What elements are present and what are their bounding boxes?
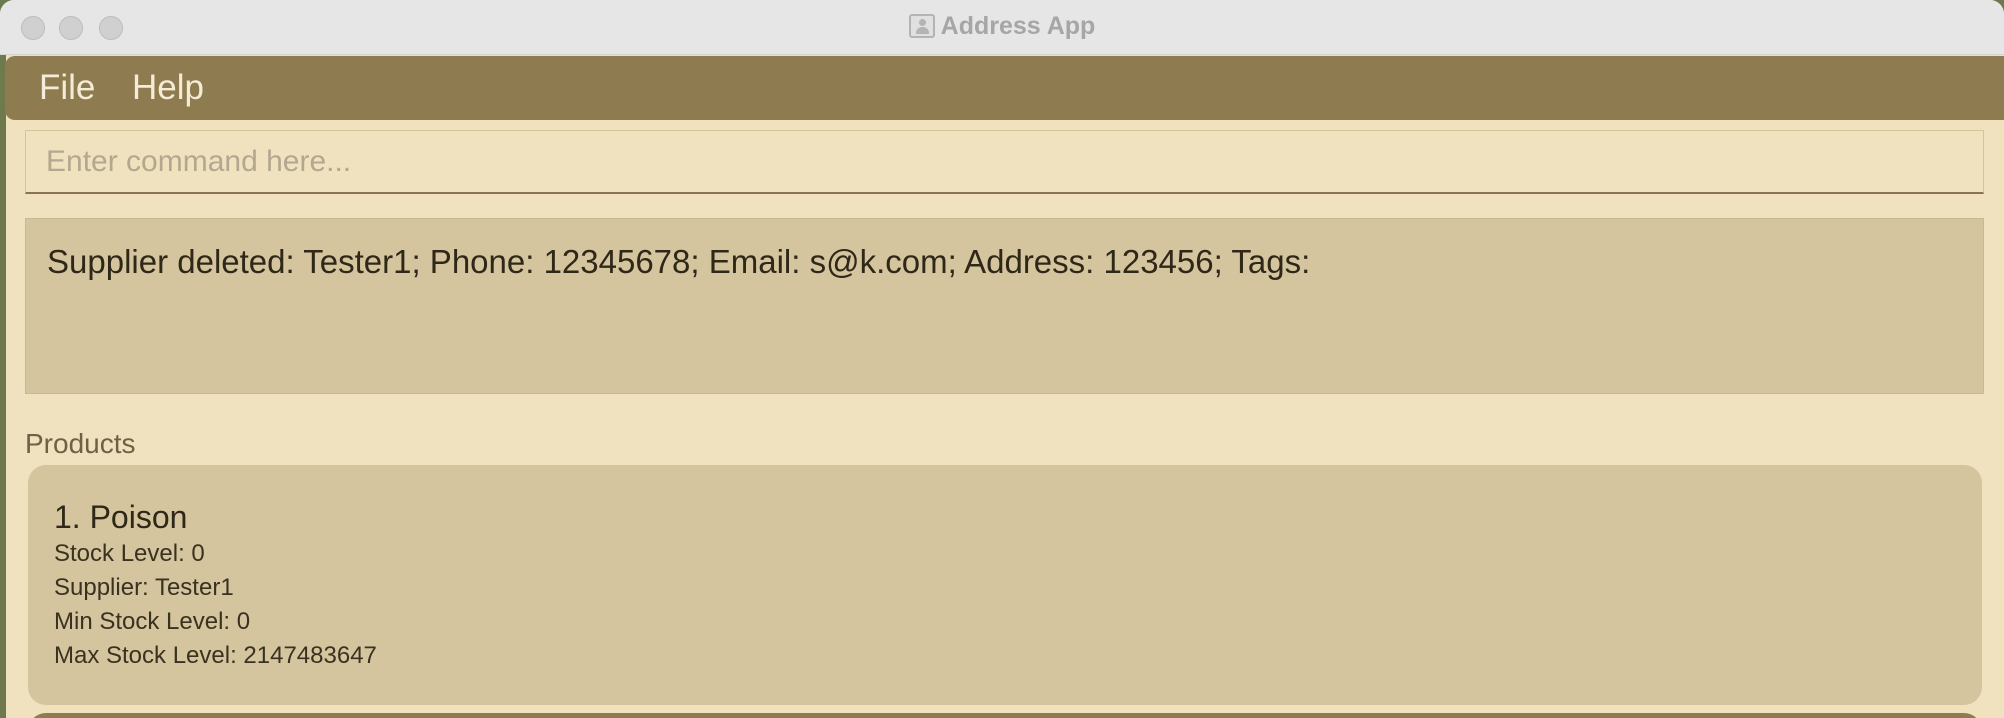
menu-bar: File Help [5,56,2004,120]
command-input[interactable] [26,131,1983,192]
next-product-card-edge[interactable] [28,713,1982,718]
command-box[interactable] [25,130,1984,194]
products-heading: Products [25,428,136,459]
menu-file[interactable]: File [39,67,95,109]
product-supplier: Supplier: Tester1 [54,574,234,601]
product-card[interactable]: 1. Poison Stock Level: 0 Supplier: Teste… [28,465,1982,705]
menu-help[interactable]: Help [132,67,204,109]
app-window: Address App File Help Supplier deleted: … [0,0,2004,718]
product-stock-level: Stock Level: 0 [54,540,205,567]
window-title: Address App [940,12,1096,40]
product-min-stock-level: Min Stock Level: 0 [54,608,251,635]
title-bar[interactable]: Address App [0,0,2004,55]
product-max-stock-level: Max Stock Level: 2147483647 [54,642,377,669]
address-book-icon [908,14,935,38]
desktop-background-edge [0,54,6,718]
result-message: Supplier deleted: Tester1; Phone: 123456… [47,243,1311,280]
product-title: 1. Poison [54,499,188,535]
window-title-group: Address App [0,11,2004,41]
result-display: Supplier deleted: Tester1; Phone: 123456… [25,218,1984,394]
